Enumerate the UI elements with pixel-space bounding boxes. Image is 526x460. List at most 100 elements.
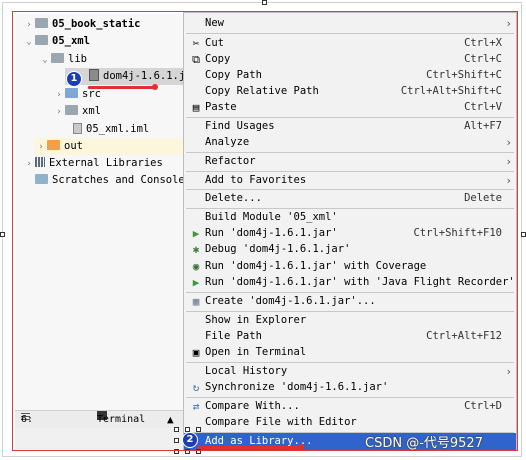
menu-item-debug[interactable]: ✱ Debug 'dom4j-1.6.1.jar' xyxy=(184,241,516,258)
tree-item-label: 05_book_static xyxy=(52,18,141,30)
menu-item-shortcut: Ctrl+C xyxy=(464,53,502,65)
tree-item-label: lib xyxy=(68,53,87,65)
module-file-icon xyxy=(73,123,82,134)
menu-item-shortcut: Ctrl+Alt+F12 xyxy=(426,330,502,342)
menu-item-label: Copy Relative Path xyxy=(205,85,319,97)
menu-item-shortcut: Ctrl+Shift+C xyxy=(426,69,502,81)
menu-item-shortcut: Ctrl+D xyxy=(464,400,502,412)
menu-item-label: Create 'dom4j-1.6.1.jar'... xyxy=(205,295,376,307)
annotation-arrow-2 xyxy=(198,446,302,449)
scratches-icon xyxy=(35,174,48,184)
menu-item-shortcut: Ctrl+Shift+F10 xyxy=(413,227,502,239)
selection-handle xyxy=(196,449,201,454)
menu-item-open-in-terminal[interactable]: ▣ Open in Terminal xyxy=(184,344,516,361)
status-bar xyxy=(15,428,183,450)
menu-item-analyze[interactable]: Analyze › xyxy=(184,134,516,151)
tree-item-scratches[interactable]: Scratches and Consoles xyxy=(35,172,191,189)
menu-item-add-to-favorites[interactable]: Add to Favorites › xyxy=(184,172,516,189)
menu-item-label: Cut xyxy=(205,37,224,49)
menu-item-create-config[interactable]: ▦ Create 'dom4j-1.6.1.jar'... xyxy=(184,293,516,310)
annotation-badge-1: 1 xyxy=(66,71,82,87)
tree-item-out[interactable]: › out xyxy=(35,138,190,155)
menu-item-run-with-jfr[interactable]: ▶ Run 'dom4j-1.6.1.jar' with 'Java Flight… xyxy=(184,274,516,291)
terminal-tab-label: Terminal xyxy=(97,414,146,425)
menu-item-label: Add to Favorites xyxy=(205,174,307,186)
menu-item-local-history[interactable]: Local History › xyxy=(184,363,516,380)
menu-item-compare-with[interactable]: ⇄ Compare With... Ctrl+D xyxy=(184,398,516,415)
menu-item-label: File Path xyxy=(205,330,262,342)
menu-item-label: Refactor xyxy=(205,155,256,167)
sync-icon: ↻ xyxy=(192,381,200,394)
collapse-arrow-icon[interactable]: ⌄ xyxy=(39,52,51,69)
resize-handle xyxy=(262,0,267,5)
profiler-icon: ▶ xyxy=(192,276,200,289)
tree-item-label: External Libraries xyxy=(49,157,163,169)
libraries-icon xyxy=(35,157,45,167)
tree-item-external-libraries[interactable]: › External Libraries xyxy=(23,155,163,172)
tree-item-05-xml-iml[interactable]: 05_xml.iml xyxy=(73,121,149,138)
source-folder-icon xyxy=(65,88,78,98)
menu-item-label: Run 'dom4j-1.6.1.jar' xyxy=(205,227,338,239)
resize-handle xyxy=(0,232,5,237)
terminal-icon: ▣ xyxy=(192,346,200,359)
expand-arrow-icon[interactable]: › xyxy=(53,87,65,104)
menu-item-label: Open in Terminal xyxy=(205,346,307,358)
copy-icon: ⧉ xyxy=(192,53,200,66)
menu-item-label: Run 'dom4j-1.6.1.jar' with Coverage xyxy=(205,260,427,272)
annotation-arrow-head-2 xyxy=(298,444,304,450)
project-tree: › 05_book_static ⌄ 05_xml ⌄ lib dom4j-1.6.1… xyxy=(15,14,214,410)
menu-item-shortcut: Ctrl+V xyxy=(464,101,502,113)
tree-item-xml[interactable]: › xml xyxy=(53,103,101,120)
coverage-icon: ◉ xyxy=(192,260,200,273)
menu-item-label: Analyze xyxy=(205,136,250,148)
context-menu: New › ✂ Cut Ctrl+X ⧉ Copy Ctrl+C Copy Path Ctr… xyxy=(183,12,517,450)
menu-item-label: Show in Explorer xyxy=(205,314,307,326)
config-icon: ▦ xyxy=(192,295,200,308)
tree-item-label: 05_xml.iml xyxy=(86,123,150,135)
menu-item-label: Find Usages xyxy=(205,120,275,132)
tree-item-05-book-static[interactable]: › 05_book_static xyxy=(23,16,141,33)
menu-item-paste[interactable]: ▤ Paste Ctrl+V xyxy=(184,99,516,116)
menu-item-copy-relative-path[interactable]: Copy Relative Path Ctrl+Alt+Shift+C xyxy=(184,83,516,100)
menu-item-run-with-coverage[interactable]: ◉ Run 'dom4j-1.6.1.jar' with Coverage xyxy=(184,258,516,275)
menu-item-label: Compare File with Editor xyxy=(205,416,357,428)
menu-item-find-usages[interactable]: Find Usages Alt+F7 xyxy=(184,118,516,135)
menu-item-shortcut: Alt+F7 xyxy=(464,120,502,132)
menu-item-refactor[interactable]: Refactor › xyxy=(184,153,516,170)
folder-icon xyxy=(35,35,48,45)
menu-item-label: Copy Path xyxy=(205,69,262,81)
expand-arrow-icon[interactable]: › xyxy=(35,139,47,156)
menu-item-run[interactable]: ▶ Run 'dom4j-1.6.1.jar' Ctrl+Shift+F10 xyxy=(184,225,516,242)
menu-item-synchronize[interactable]: ↻ Synchronize 'dom4j-1.6.1.jar' xyxy=(184,379,516,396)
submenu-arrow-icon: › xyxy=(505,155,512,168)
tree-item-05-xml[interactable]: ⌄ 05_xml xyxy=(23,33,90,50)
watermark: CSDN @-代号9527 xyxy=(365,436,483,451)
annotation-arrow-head-1 xyxy=(152,84,158,90)
expand-arrow-icon[interactable]: › xyxy=(23,17,35,34)
selection-handle xyxy=(185,449,190,454)
expand-arrow-icon[interactable]: › xyxy=(23,156,35,173)
tree-item-label: xml xyxy=(82,105,101,117)
menu-item-copy[interactable]: ⧉ Copy Ctrl+C xyxy=(184,51,516,68)
menu-item-cut[interactable]: ✂ Cut Ctrl+X xyxy=(184,35,516,52)
menu-item-build-module[interactable]: Build Module '05_xml' xyxy=(184,209,516,226)
compare-icon: ⇄ xyxy=(192,400,200,413)
scissors-icon: ✂ xyxy=(192,37,200,50)
collapse-arrow-icon[interactable]: ⌄ xyxy=(23,34,35,51)
menu-item-copy-path[interactable]: Copy Path Ctrl+Shift+C xyxy=(184,67,516,84)
menu-item-show-in-explorer[interactable]: Show in Explorer xyxy=(184,312,516,329)
tree-item-lib[interactable]: ⌄ lib xyxy=(39,51,87,68)
menu-item-label: Local History xyxy=(205,365,288,377)
menu-item-compare-with-editor[interactable]: Compare File with Editor xyxy=(184,414,516,431)
submenu-arrow-icon: › xyxy=(505,174,512,187)
menu-item-delete[interactable]: Delete... Delete xyxy=(184,190,516,207)
build-icon[interactable]: ▲ xyxy=(167,411,174,429)
expand-arrow-icon[interactable]: › xyxy=(53,104,65,121)
selection-handle xyxy=(174,438,179,443)
submenu-arrow-icon: › xyxy=(505,365,512,378)
menu-item-label: Build Module '05_xml' xyxy=(205,211,338,223)
menu-item-new[interactable]: New › xyxy=(184,15,516,32)
menu-item-file-path[interactable]: File Path Ctrl+Alt+F12 xyxy=(184,328,516,345)
selection-handle xyxy=(185,427,190,432)
annotation-badge-2: 2 xyxy=(182,432,198,448)
